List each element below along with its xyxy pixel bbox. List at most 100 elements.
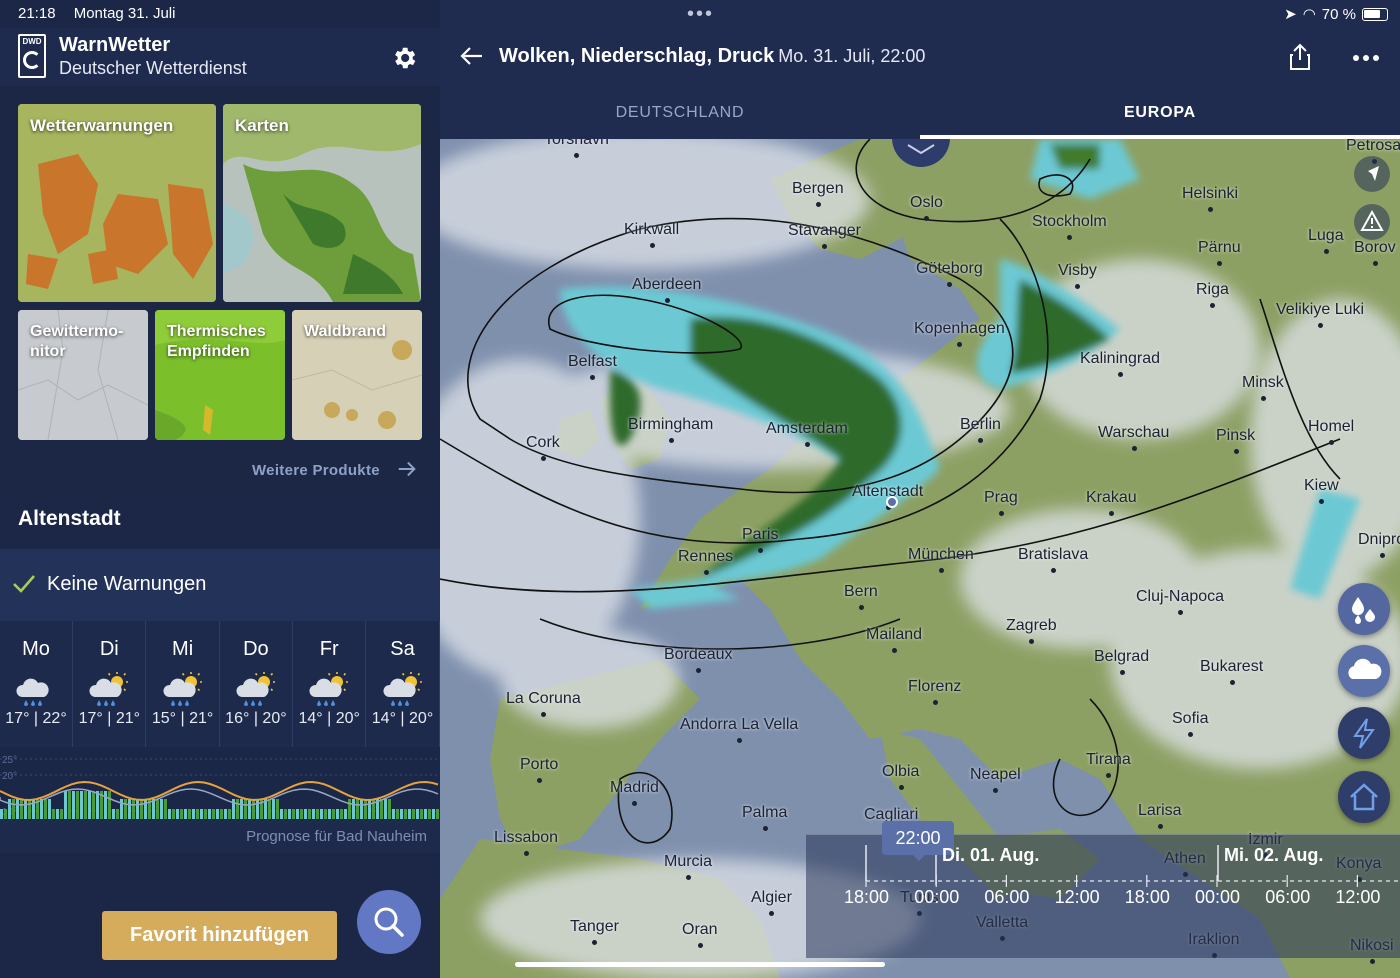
timeline-hour-label: 12:00 [1054,887,1100,907]
map-title: Wolken, Niederschlag, Druck Mo. 31. Juli,… [499,45,926,67]
tile-label: Wetterwarnungen [30,116,174,135]
warning-status-row[interactable]: Keine Warnungen [0,549,440,621]
city-label: La Coruna [506,690,581,717]
home-location-button[interactable] [1338,771,1390,823]
search-icon [374,907,404,937]
city-label: Florenz [908,678,962,705]
battery-icon [1362,7,1388,21]
forecast-day-temps: 17° | 22° [5,710,67,727]
tab-deutschland[interactable]: DEUTSCHLAND [440,90,920,139]
city-label: Oslo [910,194,943,221]
location-arrow-icon: ➤ [1284,6,1297,23]
warning-status-text: Keine Warnungen [47,573,207,595]
back-arrow-icon[interactable] [458,44,484,68]
forecast-day-temps: 15° | 21° [151,710,214,727]
city-label: Borov [1354,239,1396,266]
city-label: Bern [844,583,878,610]
status-time: 21:18 [18,5,56,22]
graph-tick-label: 20° [2,771,17,782]
status-bar-right: ➤ ◠ 70 % [1284,5,1388,23]
city-label: Homel [1308,418,1355,445]
timeline-hour-label: 06:00 [1265,887,1311,907]
more-options-icon[interactable] [1352,54,1380,62]
more-products-link[interactable]: Weitere Produkte [252,462,380,479]
timeline-hour-label: 12:00 [1335,887,1381,907]
forecast-day-temps: 17° | 21° [78,710,141,727]
forecast-strip[interactable]: Mo 17° | 22° Di 17° | 21° Mi 15° | 21° Do 16° |… [0,621,440,819]
tile-gewittermonitor[interactable]: Gewittermo- nitor [18,310,148,440]
city-label: Göteborg [916,260,983,287]
location-title: Altenstadt [18,507,121,530]
city-label: Olbia [882,763,920,790]
tile-thermisches-empfinden[interactable]: Thermisches Empfinden [155,310,285,440]
tile-label: Waldbrand [304,323,387,340]
forecast-day-name: Fr [319,638,339,660]
lightning-layer-button[interactable] [1338,707,1390,759]
city-label: Kopenhagen [914,320,1005,347]
app-header: DWD WarnWetter Deutscher Wetterdienst [0,28,440,86]
city-label: Bergen [792,180,844,207]
timeline-hour-label: 18:00 [1124,887,1170,907]
sun-rain-cloud-icon [307,669,353,709]
cloud-layer-button[interactable] [1338,645,1390,697]
collapse-header-button[interactable] [892,139,950,167]
tab-europa[interactable]: EUROPA [920,90,1400,139]
city-label: Berlin [960,416,1001,443]
city-label: Prag [984,489,1018,516]
city-label: Dnipro [1358,531,1400,558]
city-label: Minsk [1242,374,1284,401]
city-label: Warschau [1098,424,1170,451]
tile-label: Gewittermo- nitor [30,323,124,360]
forecast-graph: 25°20°10° [0,747,440,819]
add-favorite-button[interactable]: Favorit hinzufügen [102,911,337,960]
city-label: Bukarest [1200,658,1264,685]
city-label: Belgrad [1094,648,1150,675]
timeline-hour-label: 18:00 [844,887,890,907]
city-label: Palma [742,804,788,831]
search-button[interactable] [357,890,421,954]
check-icon [13,575,35,593]
wifi-icon: ◠ [1302,6,1316,23]
forecast-day-name: Mi [172,638,194,660]
map-header: ••• ➤ ◠ 70 % Wolken, Niederschlag, Druck… [440,0,1400,90]
forecast-day-name: Do [243,638,269,660]
city-label: Zagreb [1006,617,1057,644]
precipitation-layer-button[interactable] [1338,583,1390,635]
locate-me-icon[interactable] [1353,155,1391,193]
tile-waldbrand[interactable]: Waldbrand [292,310,422,440]
gear-icon[interactable] [390,44,418,72]
weather-map[interactable]: Torshavn Bergen Oslo Stockholm Helsinki Petro… [440,139,1400,978]
arrow-right-icon[interactable] [396,458,418,480]
multitask-dots-icon[interactable]: ••• [687,3,714,26]
city-label: Bordeaux [664,646,733,673]
city-label: München [908,546,974,573]
tile-wetterwarnungen[interactable]: Wetterwarnungen [18,104,216,302]
city-label: Lissabon [494,829,559,856]
city-label: Kirkwall [624,221,680,248]
city-label: Torshavn [544,139,609,158]
city-label: Visby [1058,262,1097,289]
chevron-down-icon [907,144,935,155]
forecast-day-temps: 14° | 20° [371,710,434,727]
tile-label: Karten [235,116,289,135]
share-icon[interactable] [1288,43,1312,71]
city-label: Bratislava [1018,546,1089,573]
location-marker-icon[interactable] [886,496,898,508]
forecast-footer-text: Prognose für Bad Nauheim [246,828,427,845]
city-label: Cluj-Napoca [1136,588,1225,615]
city-label: Porto [520,756,559,783]
time-slider[interactable]: 22:00 Di. 01. Aug. Mi. 02. Aug. 18:00 00:… [806,821,1400,958]
dwd-logo: DWD [18,34,46,78]
timeline-hour-label: 06:00 [984,887,1030,907]
city-label: Birmingham [628,416,714,443]
map-time: Mo. 31. Juli, 22:00 [778,46,926,66]
raindrops-icon [1352,597,1375,624]
city-label: Tirana [1086,751,1131,778]
city-label: Helsinki [1182,185,1239,212]
city-label: Kaliningrad [1080,350,1161,377]
city-label: Petrosa [1346,139,1400,164]
timeline-hour-label: 00:00 [914,887,960,907]
warning-layer-icon[interactable] [1353,203,1391,241]
forecast-footer: Prognose für Bad Nauheim [0,819,440,853]
tile-karten[interactable]: Karten [223,104,421,302]
